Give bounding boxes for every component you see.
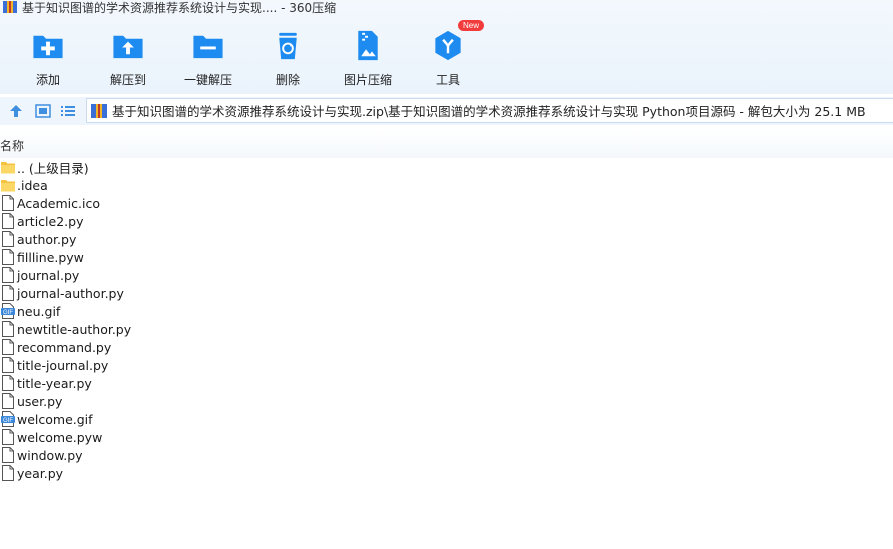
file-row[interactable]: window.py: [0, 446, 893, 464]
tools-label: 工具: [435, 73, 460, 87]
toolbar: 添加 解压到 一键解压 删除 图片压缩 工具 New: [0, 20, 520, 94]
file-name: fillline.pyw: [17, 249, 84, 265]
add-label: 添加: [35, 73, 60, 87]
file-row[interactable]: newtitle-author.py: [0, 320, 893, 338]
column-header[interactable]: 名称: [0, 130, 893, 158]
one-click-extract-label: 一键解压: [183, 73, 232, 87]
svg-text:GIF: GIF: [3, 310, 13, 316]
file-row[interactable]: fillline.pyw: [0, 248, 893, 266]
file-name: year.py: [17, 465, 64, 481]
one-click-extract-icon: [193, 35, 223, 59]
gif-file-icon: GIF: [1, 303, 15, 319]
file-row[interactable]: author.py: [0, 230, 893, 248]
title-bar: 基于知识图谱的学术资源推荐系统设计与实现.... - 360压缩: [0, 0, 337, 15]
file-name: title-journal.py: [17, 357, 109, 373]
folder-row[interactable]: .idea: [0, 176, 893, 194]
add-button[interactable]: 添加: [8, 22, 88, 88]
file-row[interactable]: article2.py: [0, 212, 893, 230]
recycle-delete-icon: [279, 32, 297, 60]
file-icon: [2, 285, 14, 301]
file-icon: [2, 429, 14, 445]
up-level-icon[interactable]: [8, 103, 24, 119]
file-name: window.py: [17, 447, 83, 463]
file-name: user.py: [17, 393, 63, 409]
file-icon: [2, 465, 14, 481]
file-name: author.py: [17, 231, 77, 247]
file-name: welcome.gif: [17, 411, 93, 427]
file-icon: [2, 249, 14, 265]
archive-app-icon: [3, 1, 17, 13]
column-name-header[interactable]: 名称: [0, 137, 24, 154]
folder-icon: [1, 162, 15, 174]
file-row[interactable]: GIF neu.gif: [0, 302, 893, 320]
file-icon: [2, 447, 14, 463]
file-icon: [2, 357, 14, 373]
folder-row[interactable]: .. (上级目录): [0, 158, 893, 176]
file-row[interactable]: welcome.pyw: [0, 428, 893, 446]
extract-to-label: 解压到: [109, 73, 146, 87]
file-icon: [2, 267, 14, 283]
file-name: welcome.pyw: [17, 429, 103, 445]
top-area: 基于知识图谱的学术资源推荐系统设计与实现.... - 360压缩 添加 解压到 …: [0, 0, 893, 94]
address-bar[interactable]: 基于知识图谱的学术资源推荐系统设计与实现.zip\基于知识图谱的学术资源推荐系统…: [86, 98, 893, 123]
tools-cube-icon: [435, 30, 461, 61]
svg-text:GIF: GIF: [3, 418, 13, 424]
file-row[interactable]: journal.py: [0, 266, 893, 284]
file-row[interactable]: recommand.py: [0, 338, 893, 356]
file-icon: [2, 393, 14, 409]
file-name: recommand.py: [17, 339, 112, 355]
file-icon: [2, 321, 14, 337]
file-row[interactable]: user.py: [0, 392, 893, 410]
add-icon: [33, 35, 63, 59]
delete-button[interactable]: 删除: [248, 22, 328, 88]
file-name: title-year.py: [17, 375, 92, 391]
file-row[interactable]: GIF welcome.gif: [0, 410, 893, 428]
file-icon: [2, 339, 14, 355]
folder-icon: [1, 180, 15, 192]
window-title: 基于知识图谱的学术资源推荐系统设计与实现.... - 360压缩: [22, 0, 337, 15]
view-icon[interactable]: [35, 103, 51, 119]
file-name: journal-author.py: [17, 285, 124, 301]
file-icon: [2, 195, 14, 211]
image-compress-icon: [358, 30, 378, 61]
list-view-icon[interactable]: [60, 103, 76, 119]
image-compress-button[interactable]: 图片压缩: [328, 22, 408, 88]
zip-archive-icon: [91, 103, 107, 118]
file-row[interactable]: title-year.py: [0, 374, 893, 392]
file-name: .. (上级目录): [17, 160, 89, 176]
image-compress-label: 图片压缩: [343, 73, 392, 87]
file-row[interactable]: Academic.ico: [0, 194, 893, 212]
extract-to-icon: [113, 35, 143, 59]
file-name: .idea: [17, 177, 48, 193]
tools-button[interactable]: 工具 New: [408, 20, 488, 88]
file-icon: [2, 213, 14, 229]
file-name: article2.py: [17, 213, 84, 229]
new-badge: New: [458, 20, 485, 31]
gif-file-icon: GIF: [1, 411, 15, 427]
file-icon: [2, 375, 14, 391]
delete-label: 删除: [275, 73, 300, 87]
file-icon: [2, 231, 14, 247]
file-list: .. (上级目录) .idea Academic.ico article2.py aut…: [0, 158, 893, 482]
one-click-extract-button[interactable]: 一键解压: [168, 22, 248, 88]
file-name: neu.gif: [17, 303, 61, 319]
address-path: 基于知识图谱的学术资源推荐系统设计与实现.zip\基于知识图谱的学术资源推荐系统…: [112, 104, 866, 119]
file-name: journal.py: [17, 267, 80, 283]
file-name: newtitle-author.py: [17, 321, 132, 337]
file-row[interactable]: year.py: [0, 464, 893, 482]
extract-to-button[interactable]: 解压到: [88, 22, 168, 88]
file-name: Academic.ico: [17, 195, 100, 211]
file-row[interactable]: journal-author.py: [0, 284, 893, 302]
address-row: 基于知识图谱的学术资源推荐系统设计与实现.zip\基于知识图谱的学术资源推荐系统…: [0, 97, 893, 125]
file-row[interactable]: title-journal.py: [0, 356, 893, 374]
